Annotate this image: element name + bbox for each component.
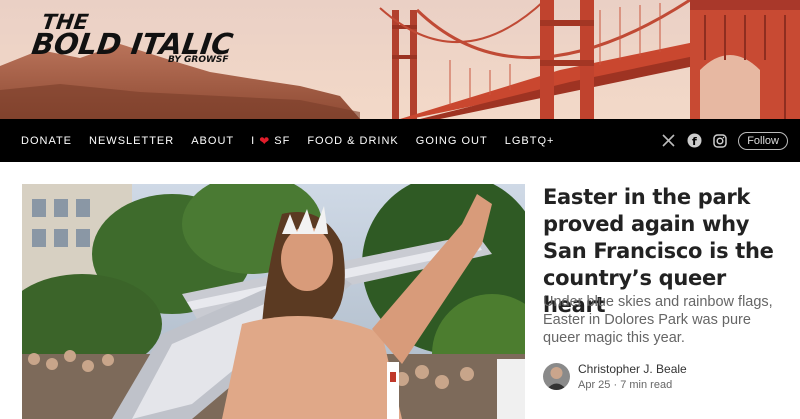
instagram-icon[interactable] [712,133,728,149]
facebook-icon[interactable]: f [686,133,702,149]
author-name[interactable]: Christopher J. Beale [578,362,687,376]
read-time: 7 min read [620,379,673,391]
author-byline: Christopher J. Beale Apr 25 · 7 min read [543,362,687,391]
nav-i-love-sf-suffix: SF [274,134,291,147]
nav-donate[interactable]: DONATE [21,135,72,147]
author-avatar[interactable] [543,363,570,390]
x-icon[interactable] [660,133,676,149]
article-dek: Under blue skies and rainbow flags, East… [543,294,773,346]
nav-lgbtq[interactable]: LGBTQ+ [505,135,555,147]
nav-i-love-sf[interactable]: I ❤ SF [251,134,290,148]
main-nav: DONATE NEWSLETTER ABOUT I ❤ SF FOOD & DR… [0,119,800,162]
follow-button[interactable]: Follow [738,131,788,150]
nav-newsletter[interactable]: NEWSLETTER [89,135,174,147]
site-logo[interactable]: THE BOLD ITALIC BY GROWSF [30,10,236,70]
nav-food-drink[interactable]: FOOD & DRINK [307,135,398,147]
nav-about[interactable]: ABOUT [191,135,234,147]
logo-byline: BY GROWSF [168,55,229,65]
header-banner: THE BOLD ITALIC BY GROWSF [0,0,800,119]
svg-text:f: f [692,135,697,148]
nav-i-love-sf-prefix: I [251,134,256,147]
article-date: Apr 25 [578,379,611,391]
article-meta: Apr 25 · 7 min read [578,379,687,391]
meta-separator: · [613,379,618,391]
nav-going-out[interactable]: GOING OUT [416,135,488,147]
author-info: Christopher J. Beale Apr 25 · 7 min read [578,362,687,391]
article-hero-image[interactable] [22,184,525,419]
heart-icon: ❤ [259,133,271,148]
